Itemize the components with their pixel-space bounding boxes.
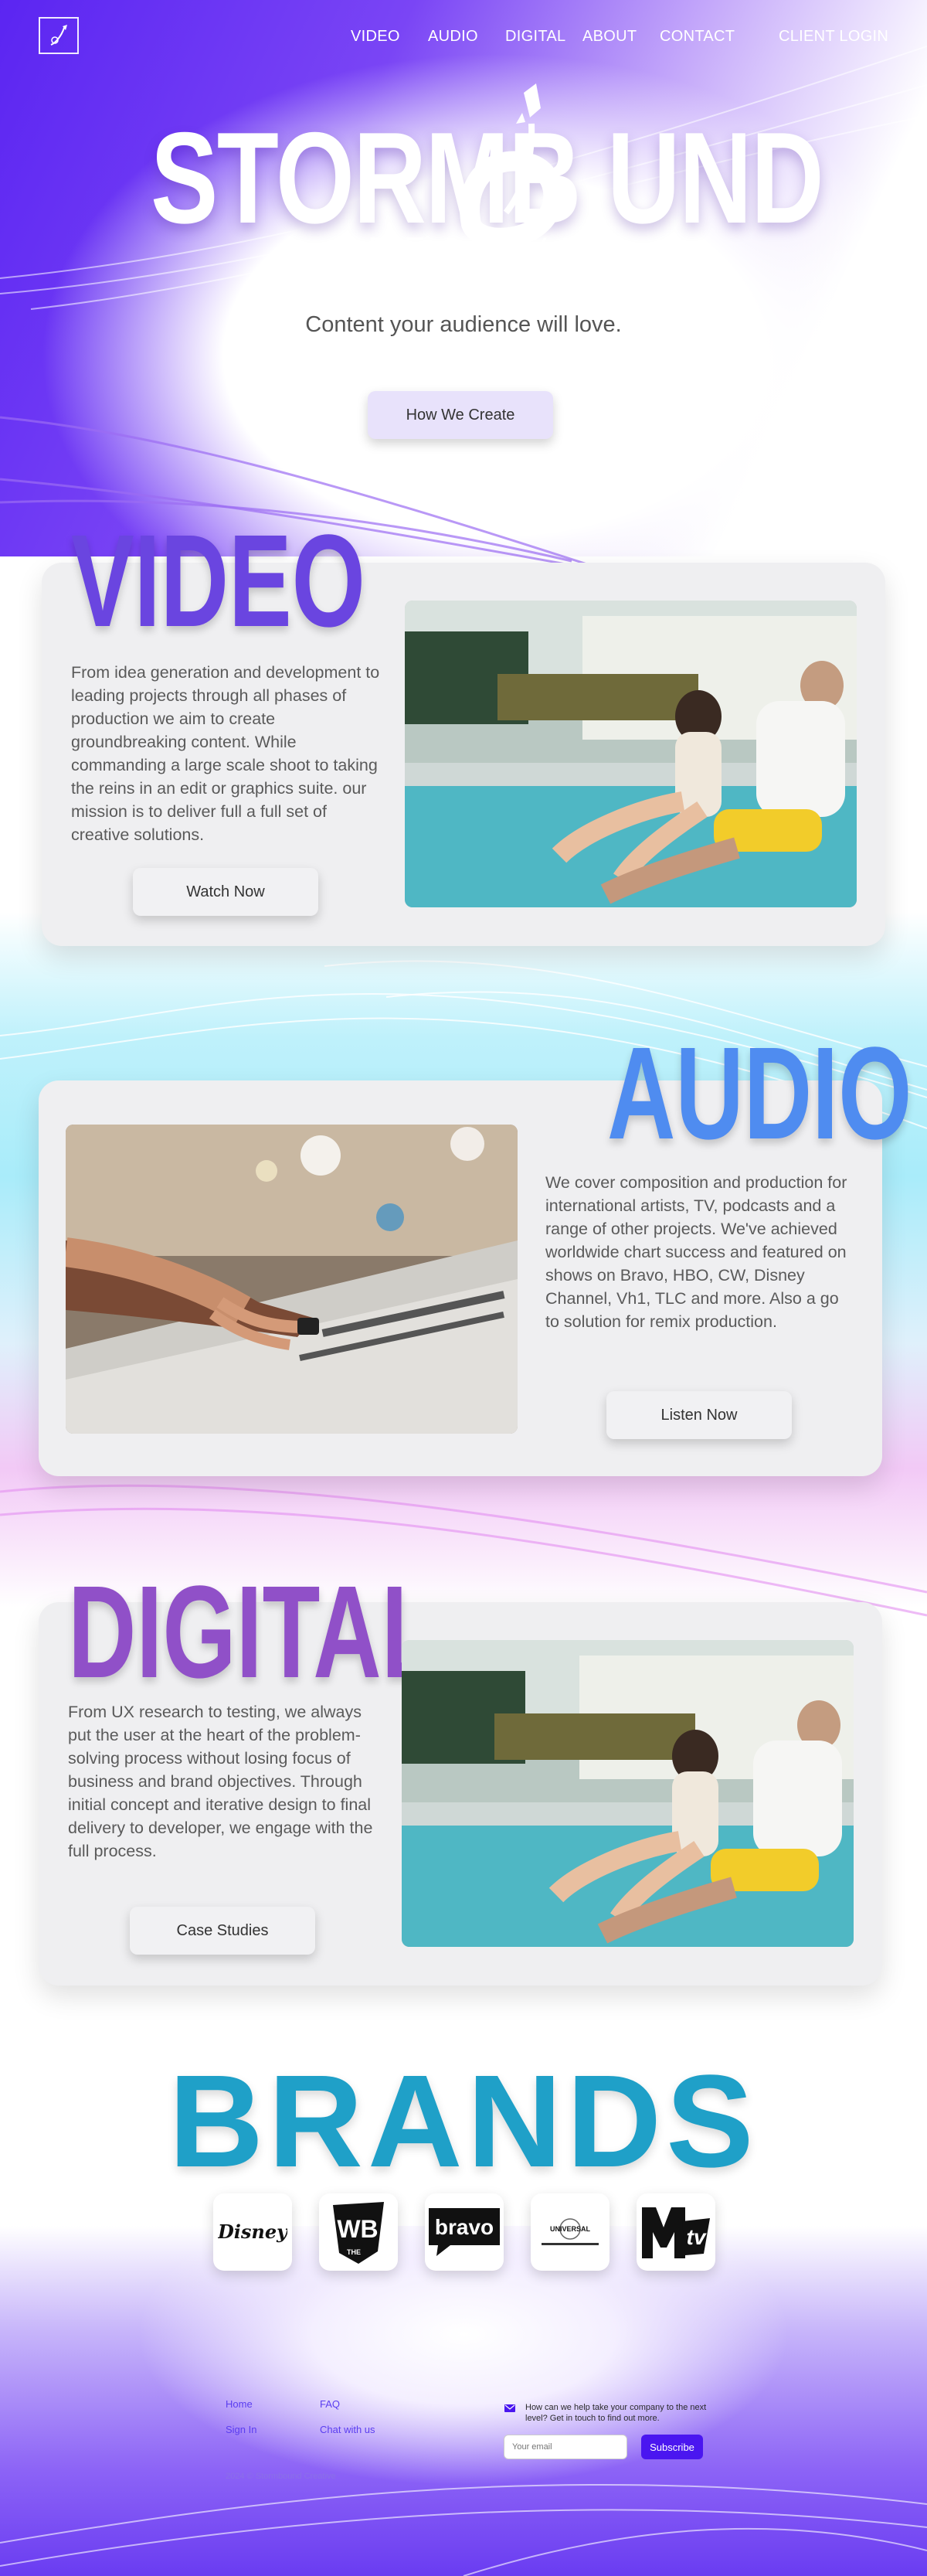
nav-about[interactable]: ABOUT: [582, 28, 637, 46]
brand-tile-disney: Disney: [213, 2193, 292, 2271]
brand-tile-universal: UNIVERSAL: [531, 2193, 610, 2271]
audio-description: We cover composition and production for …: [545, 1173, 847, 1331]
rocket-swoosh-icon: [460, 83, 564, 247]
digital-description: From UX research to testing, we always p…: [68, 1703, 373, 1860]
mtv-logo-icon: tv: [642, 2207, 710, 2258]
nav-client-login[interactable]: CLIENT LOGIN: [779, 28, 888, 46]
brands-title: BRANDS: [168, 2048, 759, 2195]
page: VIDEO AUDIO DIGITAL ABOUT CONTACT CLIENT…: [0, 0, 927, 2576]
email-input[interactable]: [504, 2435, 627, 2459]
digital-title: DIGITAL: [68, 1559, 440, 1706]
brand-tile-bravo: bravo: [425, 2193, 504, 2271]
brand-tile-wb: WB THE: [319, 2193, 398, 2271]
footer-message: How can we help take your company to the…: [525, 2403, 707, 2423]
footer-background: [0, 2226, 927, 2576]
svg-text:Disney: Disney: [218, 2220, 287, 2243]
svg-text:WB: WB: [337, 2215, 378, 2243]
audio-title: AUDIO: [607, 1020, 912, 1167]
hero-tagline: Content your audience will love.: [305, 312, 622, 337]
footer-link-home[interactable]: Home: [226, 2398, 253, 2410]
watch-now-button[interactable]: Watch Now: [133, 868, 318, 916]
wb-logo-icon: WB THE: [333, 2202, 384, 2264]
footer-copyright: 2024 © Stormbound Creative: [226, 2472, 336, 2481]
svg-text:THE: THE: [347, 2248, 361, 2256]
video-title: VIDEO: [71, 508, 365, 655]
brand-tile-mtv: tv: [637, 2193, 715, 2271]
subscribe-button[interactable]: Subscribe: [641, 2435, 703, 2459]
video-description: From idea generation and development to …: [71, 663, 380, 844]
video-photo: [405, 601, 857, 907]
listen-now-button[interactable]: Listen Now: [606, 1391, 792, 1439]
nav-contact[interactable]: CONTACT: [660, 28, 735, 46]
nav-video[interactable]: VIDEO: [351, 28, 400, 46]
footer-link-sign-in[interactable]: Sign In: [226, 2424, 256, 2435]
how-we-create-button[interactable]: How We Create: [368, 391, 553, 439]
envelope-icon: [504, 2404, 515, 2412]
digital-photo: [402, 1640, 854, 1947]
nav-digital[interactable]: DIGITAL: [505, 28, 565, 46]
brand-subtitle: CREATIVE: [331, 232, 596, 266]
universal-logo-icon: UNIVERSAL: [542, 2218, 599, 2245]
nav-audio[interactable]: AUDIO: [428, 28, 478, 46]
case-studies-button[interactable]: Case Studies: [130, 1907, 315, 1955]
footer-link-faq[interactable]: FAQ: [320, 2398, 340, 2410]
main-nav: VIDEO AUDIO DIGITAL ABOUT CONTACT CLIENT…: [0, 28, 927, 46]
svg-text:tv: tv: [687, 2225, 707, 2249]
bravo-logo-icon: bravo: [429, 2208, 500, 2256]
footer-link-chat[interactable]: Chat with us: [320, 2424, 375, 2435]
svg-text:bravo: bravo: [435, 2215, 494, 2239]
audio-photo: [66, 1125, 518, 1434]
svg-text:UNIVERSAL: UNIVERSAL: [550, 2225, 591, 2233]
disney-logo-icon: Disney: [218, 2220, 287, 2243]
